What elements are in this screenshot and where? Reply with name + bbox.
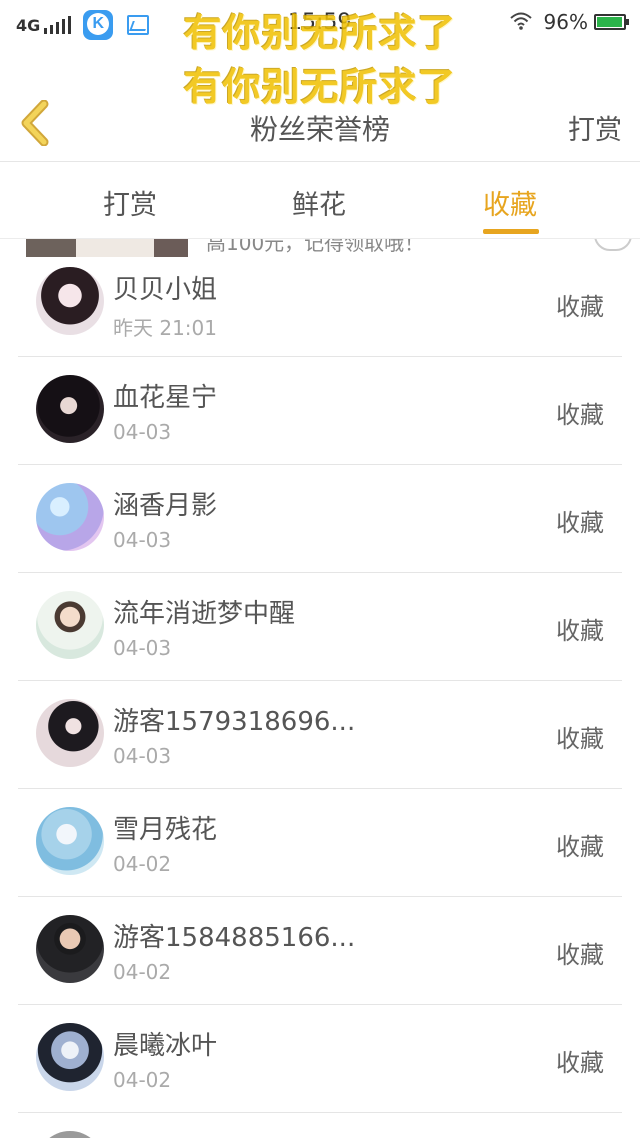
list-item[interactable] <box>0 1113 640 1138</box>
list-item[interactable]: 游客1579318696... 04-03 收藏 <box>0 681 640 789</box>
list-item[interactable]: 游客1584885166... 04-02 收藏 <box>0 897 640 1005</box>
page-title: 粉丝荣誉榜 <box>249 113 390 146</box>
user-time: 04-02 <box>113 960 172 984</box>
list-item[interactable]: 血花星宁 04-03 收藏 <box>0 357 640 465</box>
fan-list: 贝贝小姐 昨天 21:01 收藏 血花星宁 04-03 收藏 涵香月影 04-0… <box>0 249 640 1138</box>
user-name: 游客1579318696... <box>113 707 356 737</box>
list-item[interactable]: 涵香月影 04-03 收藏 <box>0 465 640 573</box>
user-time: 昨天 21:01 <box>113 316 217 340</box>
list-item[interactable]: 晨曦冰叶 04-02 收藏 <box>0 1005 640 1113</box>
tab-favorites[interactable]: 收藏 <box>483 183 537 222</box>
user-time: 04-03 <box>113 636 172 660</box>
action-label: 收藏 <box>556 509 604 537</box>
action-label: 收藏 <box>556 1049 604 1077</box>
avatar <box>36 1131 104 1138</box>
user-time: 04-03 <box>113 744 172 768</box>
action-label: 收藏 <box>556 941 604 969</box>
avatar <box>36 915 104 983</box>
overlay-caption-1: 有你别无所求了 <box>183 11 457 55</box>
avatar <box>36 375 104 443</box>
user-time: 04-02 <box>113 852 172 876</box>
avatar <box>36 1023 104 1091</box>
tab-active-indicator <box>483 229 539 234</box>
action-label: 收藏 <box>556 293 604 321</box>
list-item[interactable]: 雪月残花 04-02 收藏 <box>0 789 640 897</box>
avatar <box>36 267 104 335</box>
reward-button[interactable]: 打赏 <box>568 108 622 147</box>
user-name: 涵香月影 <box>113 491 218 521</box>
action-label: 收藏 <box>556 725 604 753</box>
user-name: 晨曦冰叶 <box>113 1031 218 1061</box>
user-name: 贝贝小姐 <box>113 275 218 305</box>
user-name: 雪月残花 <box>113 815 218 845</box>
tab-bar: 打赏 鲜花 收藏 <box>0 163 640 239</box>
user-time: 04-03 <box>113 420 172 444</box>
action-label: 收藏 <box>556 833 604 861</box>
user-name: 游客1584885166... <box>113 923 356 953</box>
tab-flowers[interactable]: 鲜花 <box>292 183 346 222</box>
list-item[interactable]: 贝贝小姐 昨天 21:01 收藏 <box>0 249 640 357</box>
avatar <box>36 807 104 875</box>
user-name: 血花星宁 <box>113 383 218 413</box>
avatar <box>36 699 104 767</box>
user-time: 04-02 <box>113 1068 172 1092</box>
user-name: 流年消逝梦中醒 <box>113 599 296 629</box>
list-item[interactable]: 流年消逝梦中醒 04-03 收藏 <box>0 573 640 681</box>
action-label: 收藏 <box>556 617 604 645</box>
tab-reward[interactable]: 打赏 <box>103 183 157 222</box>
action-label: 收藏 <box>556 401 604 429</box>
overlay-caption-2: 有你别无所求了 <box>183 65 457 109</box>
avatar <box>36 483 104 551</box>
avatar <box>36 591 104 659</box>
user-time: 04-03 <box>113 528 172 552</box>
